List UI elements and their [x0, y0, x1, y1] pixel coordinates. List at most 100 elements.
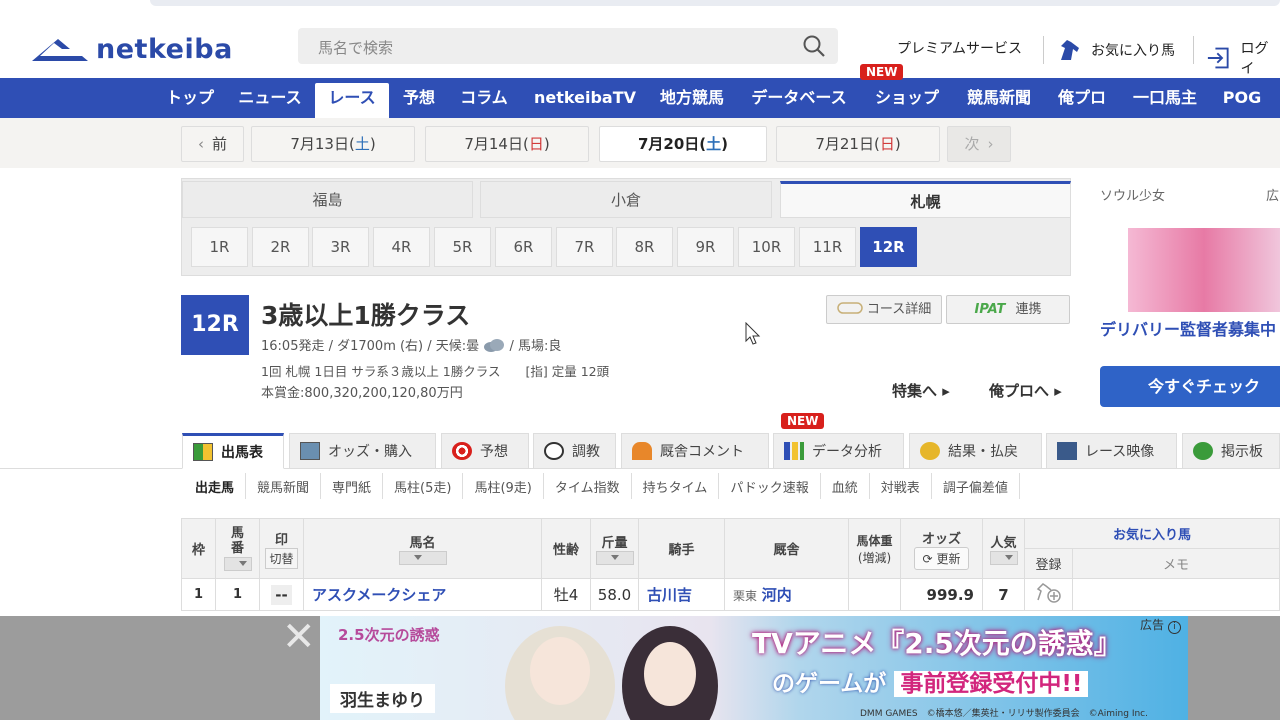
nav-keiba-shinbun[interactable]: 競馬新聞 — [958, 78, 1040, 118]
bottom-ad-banner[interactable]: 2.5次元の誘惑 羽生まゆり TVアニメ『2.5次元の誘惑』 のゲームが 事前登… — [320, 616, 1188, 720]
date-tab-active[interactable]: 7月20日(土) — [599, 126, 767, 162]
stopwatch-icon — [544, 442, 564, 460]
race-number: 12R — [181, 295, 249, 355]
sort-dropdown[interactable] — [398, 551, 447, 565]
course-detail-button[interactable]: コース詳細 — [826, 295, 942, 324]
race-button[interactable]: 10R — [738, 227, 795, 267]
tab-shutuba[interactable]: 出馬表 — [182, 433, 284, 469]
subtab-senmonshi[interactable]: 専門紙 — [321, 473, 384, 499]
subtab-choshi[interactable]: 調子偏差値 — [932, 473, 1020, 499]
subtab-pedigree[interactable]: 血統 — [821, 473, 870, 499]
search-box[interactable]: 馬名で検索 — [298, 28, 838, 64]
sort-dropdown[interactable] — [989, 551, 1018, 565]
subtab-bachu5[interactable]: 馬柱(5走) — [383, 473, 464, 499]
ad-label[interactable]: 広告 i — [1140, 616, 1181, 634]
sidebar-ad-image[interactable] — [1128, 228, 1280, 312]
race-button[interactable]: 2R — [252, 227, 309, 267]
info-icon[interactable]: i — [1167, 621, 1181, 634]
sort-dropdown[interactable] — [223, 556, 252, 571]
date-bar: ‹ 前 7月13日(土) 7月14日(日) 7月20日(土) 7月21日(日) 次… — [0, 118, 1280, 168]
nav-shop[interactable]: ショップ — [866, 78, 948, 118]
sex-age-cell: 牡4 — [541, 578, 591, 611]
search-placeholder[interactable]: 馬名で検索 — [318, 37, 393, 58]
check-now-button[interactable]: 今すぐチェック — [1100, 366, 1280, 407]
nav-database[interactable]: データベース — [742, 78, 856, 118]
tab-race-video[interactable]: レース映像 — [1046, 433, 1177, 469]
nav-orepro[interactable]: 俺プロ — [1050, 78, 1114, 118]
nav-chiho[interactable]: 地方競馬 — [652, 78, 732, 118]
nav-netkeibatv[interactable]: netkeibaTV — [526, 78, 644, 118]
subtab-time-index[interactable]: タイム指数 — [544, 473, 632, 499]
ipat-link-button[interactable]: IPAT 連携 — [946, 295, 1070, 324]
subtab-shinbun[interactable]: 競馬新聞 — [246, 473, 322, 499]
next-date-button[interactable]: 次 › — [947, 126, 1011, 162]
nav-hitokuchi[interactable]: 一口馬主 — [1124, 78, 1206, 118]
video-icon — [1057, 442, 1077, 460]
kinryo-cell: 58.0 — [590, 578, 639, 611]
race-button[interactable]: 4R — [373, 227, 430, 267]
race-button-active[interactable]: 12R — [860, 227, 917, 267]
tab-bbs[interactable]: 掲示板 — [1182, 433, 1280, 469]
sidebar-ad-title[interactable]: デリバリー監督者募集中 — [1100, 316, 1276, 340]
col-kinryo[interactable]: 斤量 — [590, 518, 639, 579]
prev-date-button[interactable]: ‹ 前 — [181, 126, 244, 162]
date-tab[interactable]: 7月21日(日) — [776, 126, 940, 162]
mark-cell[interactable]: -- — [259, 578, 304, 611]
chat-icon — [1193, 442, 1213, 460]
add-favorite-icon[interactable] — [1035, 582, 1063, 604]
race-button[interactable]: 5R — [434, 227, 491, 267]
close-icon[interactable]: ✕ — [282, 614, 316, 660]
subtab-mochi-time[interactable]: 持ちタイム — [632, 473, 720, 499]
trainer-link[interactable]: 河内 — [762, 586, 792, 604]
nav-race[interactable]: レース — [315, 83, 389, 118]
date-tab[interactable]: 7月14日(日) — [425, 126, 589, 162]
venue-tab-fukushima[interactable]: 福島 — [182, 181, 473, 218]
subtab-taisen[interactable]: 対戦表 — [870, 473, 932, 499]
race-button[interactable]: 7R — [556, 227, 613, 267]
venue-tab-kokura[interactable]: 小倉 — [480, 181, 772, 218]
race-button[interactable]: 1R — [191, 227, 248, 267]
tab-chokyo[interactable]: 調教 — [533, 433, 616, 469]
tab-stable-comment[interactable]: 厩舎コメント — [621, 433, 769, 469]
premium-link[interactable]: プレミアムサービス — [897, 38, 1022, 58]
tab-data-analysis[interactable]: データ分析 — [773, 433, 904, 469]
shutuba-table: 枠 馬 番 印 切替 馬名 性齢 斤量 騎手 厩舎 馬体重 (増減) オッズ ⟳… — [181, 518, 1280, 611]
subtab-bachu9[interactable]: 馬柱(9走) — [463, 473, 544, 499]
race-button[interactable]: 9R — [677, 227, 734, 267]
col-sex-age: 性齢 — [541, 518, 591, 579]
nav-pog[interactable]: POG — [1214, 78, 1270, 118]
nav-top[interactable]: トップ — [158, 78, 222, 118]
subtab-paddock[interactable]: パドック速報 — [719, 473, 821, 499]
tab-odds[interactable]: オッズ・購入 — [289, 433, 436, 469]
odds-update-button[interactable]: ⟳ 更新 — [913, 546, 970, 570]
tokushu-link[interactable]: 特集へ ▸ — [892, 380, 950, 401]
logo[interactable]: netkeiba — [32, 34, 233, 65]
orepro-link[interactable]: 俺プロへ ▸ — [989, 380, 1062, 401]
venue-tab-sapporo[interactable]: 札幌 — [780, 181, 1071, 218]
subtab-shusso[interactable]: 出走馬 — [181, 473, 247, 499]
divider — [1043, 36, 1044, 64]
tab-yosou[interactable]: 予想 — [441, 433, 529, 469]
login-link[interactable]: ログイ — [1206, 38, 1280, 78]
toggle-mark-button[interactable]: 切替 — [265, 547, 298, 569]
col-popularity[interactable]: 人気 — [982, 518, 1025, 579]
nav-yosou[interactable]: 予想 — [396, 78, 442, 118]
race-button[interactable]: 8R — [616, 227, 673, 267]
race-button[interactable]: 11R — [799, 227, 856, 267]
tab-results[interactable]: 結果・払戻 — [909, 433, 1042, 469]
race-button[interactable]: 3R — [312, 227, 369, 267]
nav-column[interactable]: コラム — [452, 78, 516, 118]
col-horse-name[interactable]: 馬名 — [303, 518, 542, 579]
search-icon[interactable] — [802, 34, 826, 58]
race-button[interactable]: 6R — [495, 227, 552, 267]
memo-cell[interactable] — [1072, 578, 1280, 611]
register-cell[interactable] — [1024, 578, 1073, 611]
horse-name-link[interactable]: アスクメークシェア — [303, 578, 542, 611]
jockey-link[interactable]: 古川吉 — [638, 578, 725, 611]
date-tab[interactable]: 7月13日(土) — [251, 126, 415, 162]
nav-news[interactable]: ニュース — [230, 78, 310, 118]
col-umaban[interactable]: 馬 番 — [215, 518, 260, 579]
sort-dropdown[interactable] — [595, 551, 634, 565]
favorite-horses-link[interactable]: お気に入り馬 — [1057, 38, 1175, 62]
table-row: 1 1 -- アスクメークシェア 牡4 58.0 古川吉 栗東 河内 999.9… — [181, 578, 1280, 611]
